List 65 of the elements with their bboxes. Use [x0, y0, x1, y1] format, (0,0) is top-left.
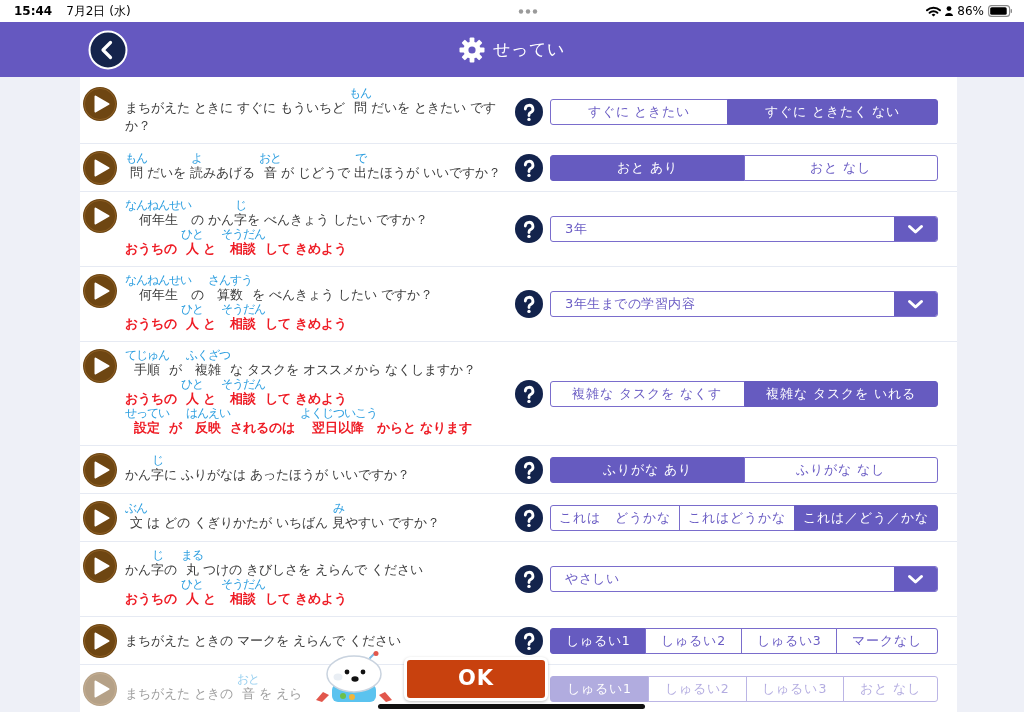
play-audio-icon[interactable]: [83, 549, 117, 583]
status-time: 15:44: [14, 3, 53, 20]
ok-button[interactable]: OK: [404, 657, 548, 701]
option-button[interactable]: おと なし: [743, 154, 938, 181]
option-button[interactable]: これはどうかな: [679, 504, 795, 531]
play-audio-icon[interactable]: [83, 624, 117, 658]
note-text: おうちの ひと 人 と そうだん 相談 して きめよう: [125, 304, 348, 333]
question-text: なんねんせい 何年生 の さんすう 算数 を べんきょう したい ですか？: [125, 275, 434, 304]
option-button[interactable]: ふりがな なし: [743, 456, 938, 483]
option-button[interactable]: これは どうかな: [550, 504, 680, 531]
dropdown-select[interactable]: 3年生までの学習内容: [550, 291, 938, 317]
question-text: てじゅん 手順 が ふくざつ 複雑 な タスクを オススメから なくしますか？: [125, 350, 477, 379]
help-icon[interactable]: [515, 565, 543, 593]
option-button[interactable]: おと あり: [550, 154, 745, 181]
status-date: 7月2日 (水): [66, 3, 131, 20]
note-text: おうちの ひと 人 と そうだん 相談 して きめよう: [125, 579, 348, 608]
question-text: かん じ 字に ふりがなは あったほうが いいですか？: [125, 455, 411, 484]
question-text: もん 問 だいを よ 読みあげる おと 音 が じどうで で 出 たほうが いいですか？: [125, 153, 502, 182]
play-audio-icon[interactable]: [83, 199, 117, 233]
note-text: おうちの ひと 人 と そうだん 相談 して きめよう: [125, 379, 348, 408]
play-audio-icon[interactable]: [83, 151, 117, 185]
battery-icon: [988, 5, 1012, 17]
question-text: ぶん 文 は どの くぎりかたが いちばん み 見やすい ですか？: [125, 503, 441, 532]
option-button[interactable]: しゅるい3: [740, 627, 838, 654]
play-audio-icon[interactable]: [83, 501, 117, 535]
wifi-icon: [926, 5, 942, 17]
help-icon[interactable]: [515, 153, 543, 182]
note-text: せってい 設定 が はんえい 反映 されるのは よくじついこう 翌日以降 からと なります: [125, 408, 473, 437]
help-icon[interactable]: [515, 379, 543, 408]
question-text: まちがえた ときの おと 音 を えら: [125, 674, 303, 703]
option-button[interactable]: しゅるい2: [645, 627, 742, 654]
option-button[interactable]: 複雑な タスクを いれる: [743, 380, 938, 407]
chevron-down-icon[interactable]: [894, 217, 937, 241]
option-button[interactable]: すぐに ときたい: [550, 98, 728, 125]
help-icon[interactable]: [515, 626, 543, 655]
play-audio-icon[interactable]: [83, 349, 117, 383]
note-text: おうちの ひと 人 と そうだん 相談 して きめよう: [125, 229, 348, 258]
option-button[interactable]: 複雑な タスクを なくす: [550, 380, 745, 407]
dropdown-select[interactable]: 3年: [550, 216, 938, 242]
option-button[interactable]: しゅるい1: [550, 627, 647, 654]
option-button[interactable]: すぐに ときたく ない: [727, 98, 938, 125]
help-icon[interactable]: [515, 455, 543, 484]
person-icon: [945, 6, 954, 16]
play-audio-icon[interactable]: [83, 87, 117, 121]
page-title: せってい: [493, 37, 565, 61]
back-icon[interactable]: [88, 30, 128, 70]
dropdown-select[interactable]: やさしい: [550, 566, 938, 592]
more-dots-icon[interactable]: [518, 8, 539, 14]
help-icon[interactable]: [515, 290, 543, 318]
chevron-down-icon[interactable]: [894, 292, 937, 316]
settings-icon: [459, 36, 485, 63]
help-icon[interactable]: [515, 97, 543, 126]
option-button[interactable]: これは／どう／かな: [794, 504, 938, 531]
question-text: まちがえた ときに すぐに もういちど もん 問 だいを ときたい ですか？: [125, 88, 498, 135]
help-icon[interactable]: [515, 215, 543, 243]
chevron-down-icon[interactable]: [894, 567, 937, 591]
question-text: かん じ 字の まる 丸 つけの きびしさを えらんで ください: [125, 550, 424, 579]
play-audio-icon[interactable]: [83, 274, 117, 308]
question-text: なんねんせい 何年生 の かん じ 字を べんきょう したい ですか？: [125, 200, 429, 229]
play-audio-icon[interactable]: [83, 453, 117, 487]
help-icon[interactable]: [515, 503, 543, 532]
option-button[interactable]: ふりがな あり: [550, 456, 745, 483]
question-text: まちがえた ときの マークを えらんで ください: [125, 631, 402, 650]
option-button[interactable]: マークなし: [836, 627, 938, 654]
battery-percent: 86%: [957, 3, 984, 20]
